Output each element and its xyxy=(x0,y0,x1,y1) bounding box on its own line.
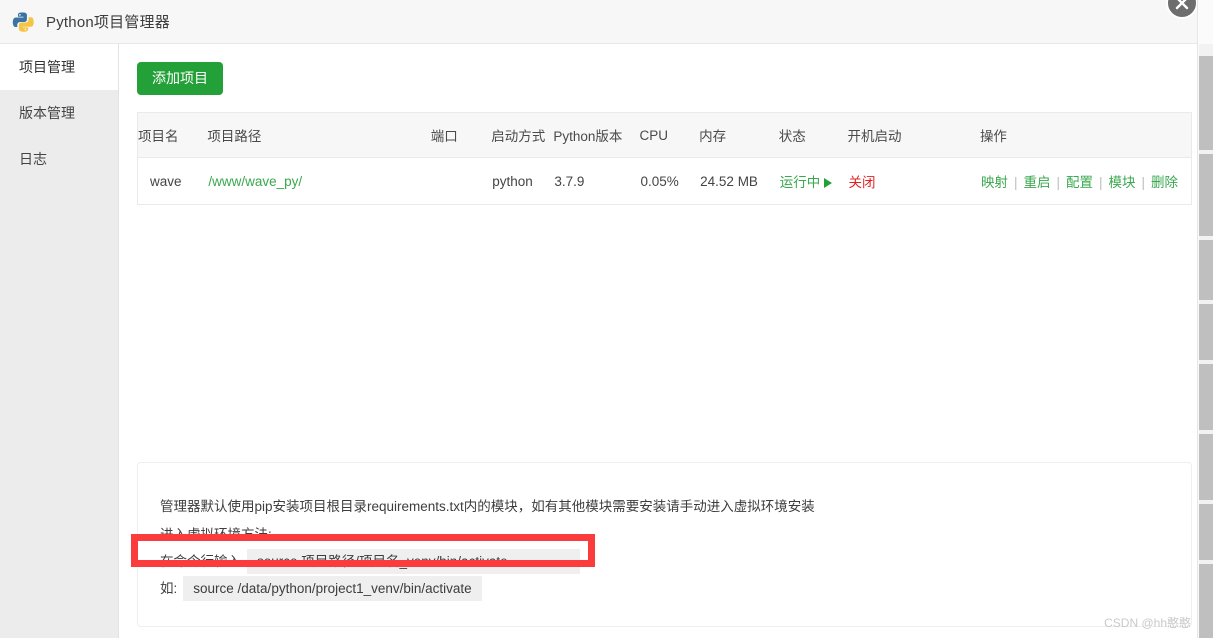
column-header-start-mode: 启动方式 xyxy=(491,113,554,158)
command-label: 在命令行输入 xyxy=(160,554,241,569)
cell-project-name: wave xyxy=(150,173,182,189)
column-header-boot: 开机启动 xyxy=(847,113,980,158)
cell-python-version: 3.7.9 xyxy=(554,173,585,189)
project-path-link[interactable]: /www/wave_py/ xyxy=(208,174,302,189)
csdn-watermark: CSDN @hh憨憨 xyxy=(1104,616,1191,630)
op-separator: | xyxy=(1013,175,1018,190)
sidebar-item-label: 版本管理 xyxy=(19,105,75,121)
strip-segment xyxy=(1199,150,1213,154)
sidebar-item-label: 日志 xyxy=(19,151,47,167)
projects-table-card: 项目名 项目路径 端口 启动方式 Python版本 CPU 内存 状态 开机启动… xyxy=(137,112,1192,205)
add-project-button[interactable]: 添加项目 xyxy=(137,62,223,95)
play-triangle-icon[interactable] xyxy=(824,178,833,188)
column-header-operations: 操作 xyxy=(979,113,1191,158)
column-header-name: 项目名 xyxy=(138,113,208,158)
cell-boot-startup: 关闭 xyxy=(847,158,979,205)
op-separator: | xyxy=(1056,175,1060,190)
strip-segment xyxy=(1199,560,1213,564)
cell-status: 运行中 xyxy=(779,158,848,205)
column-header-cpu: CPU xyxy=(639,113,700,158)
table-head: 项目名 项目路径 端口 启动方式 Python版本 CPU 内存 状态 开机启动… xyxy=(138,113,1191,158)
strip-segment xyxy=(1199,360,1213,364)
sidebar: 项目管理 版本管理 日志 xyxy=(0,44,119,638)
strip-segment xyxy=(1199,300,1213,304)
note-line-command: 在命令行输入 source 项目路径/项目名_venv/bin/activate xyxy=(160,548,1191,575)
status-badge: 运行中 xyxy=(779,175,821,190)
command-code-snippet[interactable]: source 项目路径/项目名_venv/bin/activate xyxy=(247,549,580,574)
op-mapping-link[interactable]: 映射 xyxy=(981,175,1008,190)
column-header-memory: 内存 xyxy=(699,113,779,158)
op-modules-link[interactable]: 模块 xyxy=(1108,175,1135,190)
table-row: wave /www/wave_py/ python 3.7.9 0.05% 24… xyxy=(138,158,1191,205)
main-content: 添加项目 项目名 项目路径 端口 启动方式 Python版本 CPU 内存 状态… xyxy=(120,44,1197,638)
cell-port xyxy=(431,158,491,205)
window-title: Python项目管理器 xyxy=(46,14,170,31)
column-header-python-version: Python版本 xyxy=(553,113,640,158)
note-line-example: 如: source /data/python/project1_venv/bin/… xyxy=(160,575,1191,602)
strip-segment xyxy=(1199,500,1213,504)
example-code-snippet[interactable]: source /data/python/project1_venv/bin/ac… xyxy=(183,576,482,601)
sidebar-item-label: 项目管理 xyxy=(19,59,75,75)
column-header-status: 状态 xyxy=(778,113,848,158)
cell-start-mode: python xyxy=(492,173,533,189)
sidebar-item-logs[interactable]: 日志 xyxy=(0,136,118,182)
op-separator: | xyxy=(1141,175,1145,190)
op-config-link[interactable]: 配置 xyxy=(1066,175,1093,190)
sidebar-item-version-management[interactable]: 版本管理 xyxy=(0,90,118,136)
op-restart-link[interactable]: 重启 xyxy=(1023,175,1050,190)
cell-project-path: /www/wave_py/ xyxy=(207,158,430,205)
column-header-path: 项目路径 xyxy=(207,113,431,158)
boot-status-toggle[interactable]: 关闭 xyxy=(848,175,875,190)
table-body: wave /www/wave_py/ python 3.7.9 0.05% 24… xyxy=(138,158,1191,205)
strip-segment xyxy=(1199,44,1213,56)
page-right-edge-strip xyxy=(1197,0,1213,638)
close-icon[interactable] xyxy=(1166,0,1197,19)
python-logo-icon xyxy=(12,11,34,33)
strip-segment xyxy=(1199,236,1213,240)
note-line-venv-method: 进入虚拟环境方法: xyxy=(160,527,272,542)
cell-memory: 24.52 MB xyxy=(700,173,758,189)
strip-segment xyxy=(1199,430,1213,434)
op-delete-link[interactable]: 删除 xyxy=(1151,175,1178,190)
note-line-modules: 管理器默认使用pip安装项目根目录requirements.txt内的模块，如有… xyxy=(160,499,815,514)
sidebar-item-project-management[interactable]: 项目管理 xyxy=(0,44,118,90)
strip-background xyxy=(1199,44,1213,638)
help-notes-panel: 管理器默认使用pip安装项目根目录requirements.txt内的模块，如有… xyxy=(137,462,1192,627)
app-window: Python项目管理器 项目管理 版本管理 日志 添加项目 项目名 项目路径 端… xyxy=(0,0,1197,638)
op-separator: | xyxy=(1098,175,1103,190)
example-label: 如: xyxy=(160,581,178,596)
title-bar: Python项目管理器 xyxy=(0,0,1197,44)
column-header-port: 端口 xyxy=(430,113,492,158)
cell-operations: 映射 | 重启 | 配置 | 模块 | 删除 xyxy=(980,158,1191,205)
projects-table: 项目名 项目路径 端口 启动方式 Python版本 CPU 内存 状态 开机启动… xyxy=(138,113,1191,204)
cell-cpu: 0.05% xyxy=(640,173,679,189)
table-header-row: 项目名 项目路径 端口 启动方式 Python版本 CPU 内存 状态 开机启动… xyxy=(138,113,1191,158)
